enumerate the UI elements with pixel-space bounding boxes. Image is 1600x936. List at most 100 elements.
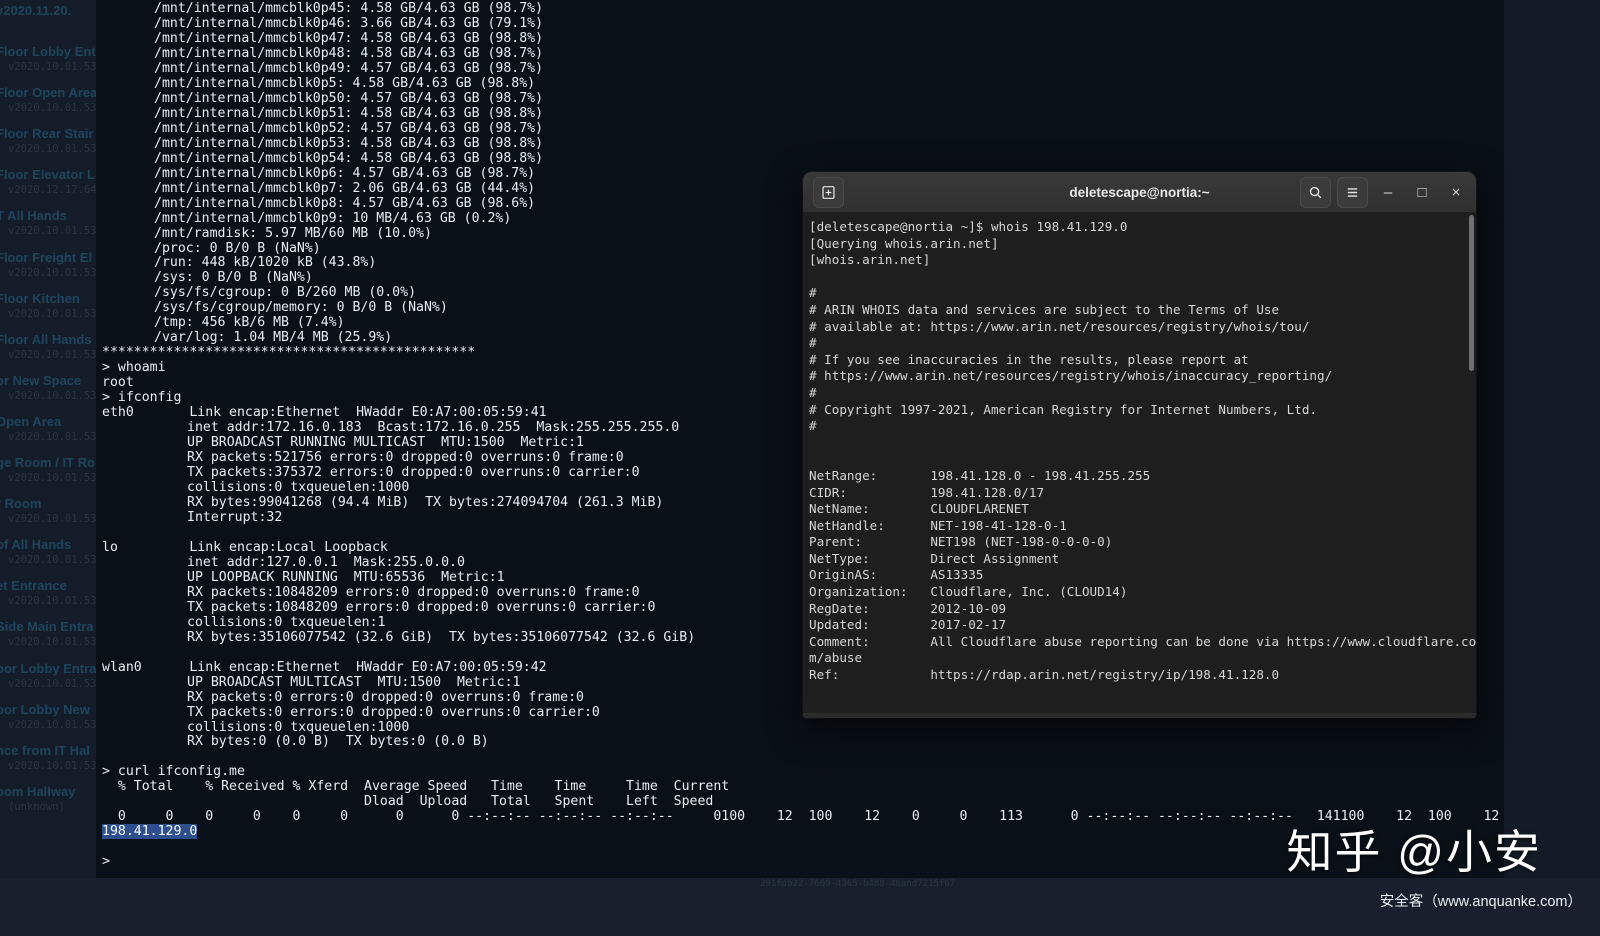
camera-version: v2020.10.01.53 [8,61,96,74]
camera-list-item[interactable]: oom Hallway (unknown) [0,781,96,822]
whois-output-line: Updated: 2017-02-17 [809,617,1007,633]
camera-name: Floor Elevator L [0,167,95,183]
gnome-terminal-window[interactable]: deletescape@nortia:~ – □ × [deletescape@… [803,172,1476,718]
camera-list-item[interactable]: T All Hands v2020.10.01.53 [0,205,96,246]
whois-output-line: CIDR: 198.41.128.0/17 [809,484,1045,500]
whois-output-line: # If you see inaccuracies in the results… [809,351,1249,367]
whois-output-line: RegDate: 2012-10-09 [809,600,1007,616]
camera-list-item[interactable]: ge Room / IT Ro v2020.10.01.53 [0,452,96,493]
camera-version: v2020.10.01.53 [8,225,96,238]
camera-name: Floor Rear Stair [0,126,94,142]
camera-version: v2020.10.01.53 [8,143,96,156]
terminal-scrollbar[interactable] [1469,215,1474,371]
disk-usage-line: /mnt/internal/mmcblk0p48: 4.58 GB/4.63 G… [154,45,544,61]
camera-name: Floor Lobby Entr [0,44,96,60]
camera-name: oom Hallway [0,783,76,799]
disk-usage-line: /mnt/internal/mmcblk0p52: 4.57 GB/4.63 G… [154,120,544,136]
camera-list-item[interactable]: Side Main Entra v2020.10.01.53 [0,616,96,657]
camera-list-item[interactable]: Floor Open Area v2020.10.01.53 [0,82,96,123]
disk-usage-line: /mnt/internal/mmcblk0p5: 4.58 GB/4.63 GB… [154,75,536,91]
camera-name: r Room [0,496,42,512]
camera-list-item[interactable]: Floor Freight El v2020.10.01.53 [0,247,96,288]
camera-version: v2020.10.01.53 [8,759,96,772]
zhihu-watermark: 知乎 @小安 [1286,826,1542,878]
whois-output-line [809,269,1476,286]
camera-list-item[interactable]: Floor All Hands v2020.10.01.53 [0,329,96,370]
camera-name: ge Room / IT Ro [0,455,95,471]
anquanke-watermark: 安全客（www.anquanke.com） [1379,894,1582,910]
terminal-bottom-edge [803,713,1476,718]
camera-name: Open Area [0,413,62,429]
camera-name: T All Hands [0,208,68,224]
camera-list-item[interactable]: Floor Lobby Entr v2020.10.01.53 [0,41,96,82]
wlan0-interface-line: RX bytes:0 (0.0 B) TX bytes:0 (0.0 B) [187,734,489,750]
camera-list-item[interactable]: oor Lobby Entra v2020.10.01.53 [0,658,96,699]
minimize-icon[interactable]: – [1374,178,1402,206]
disk-usage-line: /mnt/internal/mmcblk0p49: 4.57 GB/4.63 G… [154,60,544,76]
close-icon[interactable]: × [1442,178,1470,206]
whois-output-line: # [809,384,817,400]
camera-name: nce from IT Hal [0,742,90,758]
disk-usage-line: /mnt/internal/mmcblk0p45: 4.58 GB/4.63 G… [154,1,544,16]
terminal-titlebar[interactable]: deletescape@nortia:~ – □ × [803,172,1476,213]
curl-header-line: Dload Upload Total Spent Left Speed [102,794,714,810]
command-curl: > curl ifconfig.me [102,764,245,780]
console-blank [102,750,1504,765]
camera-list-item[interactable]: nce from IT Hal v2020.10.01.53 [0,740,96,781]
whois-output-line: [deletescape@nortia ~]$ whois 198.41.129… [809,219,1128,234]
selected-ip-text[interactable]: 198.41.129.0 [102,824,198,840]
camera-list-item[interactable]: Floor Elevator Lv2020.12.17.642 [0,164,96,205]
whois-output-line: # ARIN WHOIS data and services are subje… [809,301,1280,317]
camera-version: v2020.10.01.53 [8,389,96,402]
camera-list-item[interactable]: et Entrance v2020.10.01.53 [0,575,96,616]
camera-version: v2020.10.01.53 [8,554,96,567]
whois-output-line: NetRange: 198.41.128.0 - 198.41.255.255 [809,467,1151,483]
curl-header-line: % Total % Received % Xferd Average Speed… [102,779,730,795]
camera-version: v2020.10.01.53 [8,102,96,115]
new-tab-icon[interactable] [813,176,844,208]
disk-usage-line: /mnt/internal/mmcblk0p53: 4.58 GB/4.63 G… [154,135,544,151]
camera-version: v2020.10.01.53 [8,513,96,526]
search-icon[interactable] [1300,176,1331,208]
disk-usage-line: /mnt/internal/mmcblk0p46: 3.66 GB/4.63 G… [154,15,544,31]
camera-version: v2020.10.01.53 [8,307,96,320]
whois-output-line: NetName: CLOUDFLARENET [809,501,1029,517]
camera-list-item[interactable]: Floor Rear Stair v2020.10.01.53 [0,123,96,164]
whois-output-line: Ref: https://rdap.arin.net/registry/ip/1… [809,667,1280,683]
disk-usage-line: /mnt/internal/mmcblk0p54: 4.58 GB/4.63 G… [154,150,544,166]
wlan0-interface-line: collisions:0 txqueuelen:1000 [187,719,410,735]
camera-list-item[interactable]: r Room v2020.10.01.53 [0,493,96,534]
whois-output-line: # available at: https://www.arin.net/res… [809,318,1310,334]
maximize-icon[interactable]: □ [1408,178,1436,206]
whois-output-line: NetHandle: NET-198-41-128-0-1 [809,517,1067,533]
camera-version: v2020.10.01.53 [8,266,96,279]
background-camera-sidebar[interactable]: v2020.11.20. Floor Lobby Entr v2020.10.01.… [0,0,96,878]
camera-list-item[interactable]: Floor Kitchen v2020.10.01.53 [0,288,96,329]
camera-version: v2020.12.17.642 [8,184,96,197]
whois-output-line: NetType: Direct Assignment [809,550,1060,566]
camera-list-item[interactable]: v2020.11.20. [0,0,96,41]
prompt-symbol: > [102,854,110,870]
camera-list-item[interactable]: of All Hands v2020.10.01.53 [0,534,96,575]
camera-list-item[interactable]: or New Space v2020.10.01.53 [0,370,96,411]
disk-usage-line: /mnt/internal/mmcblk0p50: 4.57 GB/4.63 G… [154,90,544,106]
camera-name: oor Lobby Entra [0,660,96,676]
camera-list-item[interactable]: Open Area v2020.10.01.53 [0,411,96,452]
camera-name: of All Hands [0,537,72,553]
whois-output: [deletescape@nortia ~]$ whois 198.41.129… [807,219,1476,684]
camera-version: v2020.10.01.53 [8,472,96,485]
whois-output-line: Comment: All Cloudflare abuse reporting … [809,633,1476,649]
whois-output-line [809,451,1476,468]
terminal-output-area[interactable]: [deletescape@nortia ~]$ whois 198.41.129… [803,213,1476,713]
whois-output-line: # https://www.arin.net/resources/registr… [809,368,1333,384]
camera-name: Floor Open Area [0,85,96,101]
hamburger-menu-icon[interactable] [1337,176,1368,208]
camera-version: v2020.10.01.53 [8,430,96,443]
camera-list-item[interactable]: oor Lobby New v2020.10.01.53 [0,699,96,740]
camera-name: Side Main Entra [0,619,94,635]
background-uuid-label: 291fdb22-7669-4365-b488-46and7215f67 [760,879,956,889]
camera-version: v2020.10.01.53 [8,348,96,361]
camera-version: (unknown) [8,800,65,813]
whois-output-line: Organization: Cloudflare, Inc. (CLOUD14) [809,584,1128,600]
disk-usage-line: /mnt/internal/mmcblk0p47: 4.58 GB/4.63 G… [154,30,544,46]
